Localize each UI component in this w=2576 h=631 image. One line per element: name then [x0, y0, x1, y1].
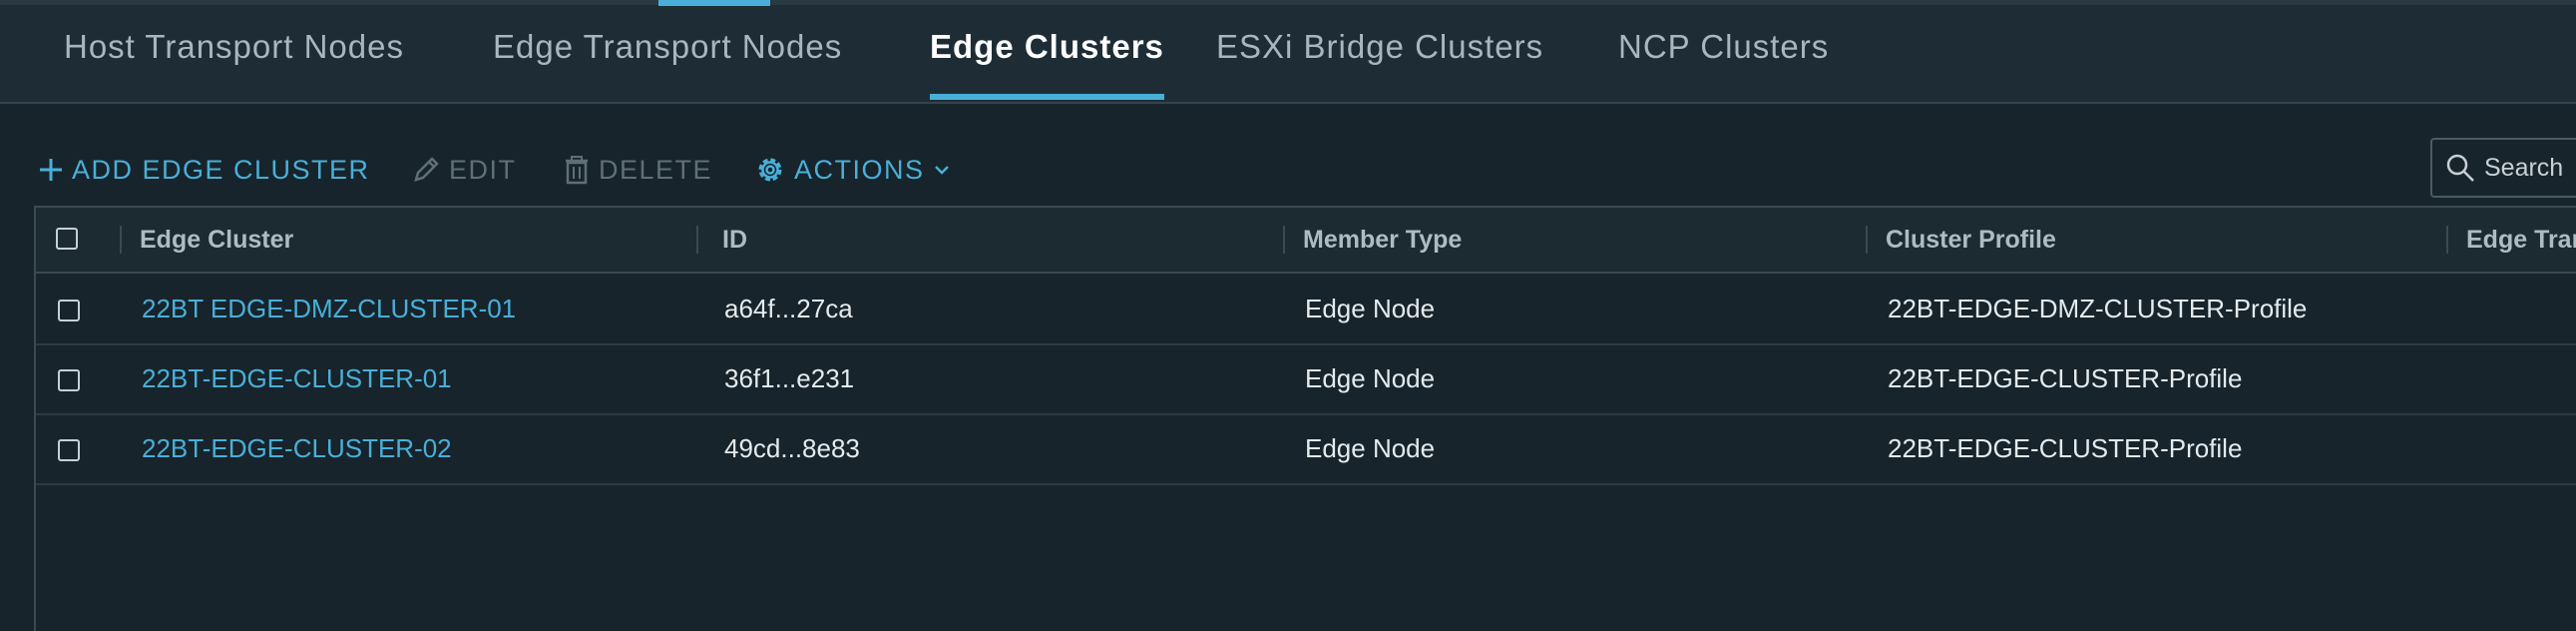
row-checkbox[interactable]	[58, 369, 80, 391]
edit-label: EDIT	[449, 154, 517, 185]
column-header-cluster-profile[interactable]: Cluster Profile	[1886, 208, 2056, 272]
tab-label: NCP Clusters	[1618, 28, 1830, 65]
column-header-edge-cluster[interactable]: Edge Cluster	[140, 208, 293, 272]
actions-label: ACTIONS	[794, 154, 925, 185]
select-all-checkbox[interactable]	[56, 228, 78, 250]
column-separator	[120, 226, 122, 254]
tab-edge-transport-nodes[interactable]: Edge Transport Nodes	[493, 28, 842, 100]
member-type: Edge Node	[1305, 433, 1436, 463]
column-header-edge-transport-nodes[interactable]: Edge Trar	[2466, 208, 2576, 272]
delete-button[interactable]: DELETE	[563, 150, 712, 190]
active-tab-underline	[930, 94, 1164, 100]
add-edge-cluster-label: ADD EDGE CLUSTER	[72, 154, 370, 185]
search-placeholder: Search	[2484, 153, 2564, 182]
tab-label: Host Transport Nodes	[64, 28, 404, 65]
row-checkbox[interactable]	[58, 439, 80, 461]
tab-bar: Host Transport Nodes Edge Transport Node…	[0, 0, 2576, 104]
tab-label: Edge Clusters	[930, 28, 1164, 65]
tab-edge-clusters[interactable]: Edge Clusters	[930, 28, 1164, 100]
pencil-icon	[414, 157, 439, 182]
tab-esxi-bridge-clusters[interactable]: ESXi Bridge Clusters	[1216, 28, 1543, 100]
column-header-member-type[interactable]: Member Type	[1303, 208, 1462, 272]
tab-label: Edge Transport Nodes	[493, 28, 843, 65]
cluster-id: 49cd...8e83	[724, 433, 860, 463]
edge-cluster-grid: Edge Cluster ID Member Type Cluster Prof…	[34, 206, 2576, 631]
search-input[interactable]: Search	[2430, 138, 2576, 198]
delete-label: DELETE	[599, 154, 713, 185]
cluster-id: a64f...27ca	[724, 294, 853, 323]
grid-header: Edge Cluster ID Member Type Cluster Prof…	[36, 208, 2576, 274]
cluster-id: 36f1...e231	[724, 363, 855, 393]
edge-cluster-name-link[interactable]: 22BT EDGE-DMZ-CLUSTER-01	[142, 274, 516, 343]
top-border	[0, 0, 2576, 5]
tab-label: ESXi Bridge Clusters	[1216, 28, 1544, 65]
plus-icon	[40, 159, 62, 181]
add-edge-cluster-button[interactable]: ADD EDGE CLUSTER	[38, 150, 370, 190]
edge-clusters-page: Host Transport Nodes Edge Transport Node…	[0, 0, 2576, 631]
cluster-profile: 22BT-EDGE-DMZ-CLUSTER-Profile	[1888, 294, 2308, 323]
table-row: 22BT-EDGE-CLUSTER-02 49cd...8e83 Edge No…	[36, 413, 2576, 485]
top-accent-bar	[658, 0, 770, 6]
tab-host-transport-nodes[interactable]: Host Transport Nodes	[64, 28, 404, 100]
member-type: Edge Node	[1305, 294, 1436, 323]
cluster-profile: 22BT-EDGE-CLUSTER-Profile	[1888, 433, 2243, 463]
chevron-down-icon	[934, 166, 949, 175]
row-checkbox[interactable]	[58, 300, 80, 321]
gear-icon	[758, 158, 782, 182]
column-separator[interactable]	[1283, 226, 1285, 254]
search-icon	[2446, 154, 2474, 182]
edge-cluster-name-link[interactable]: 22BT-EDGE-CLUSTER-01	[142, 343, 452, 413]
column-header-id[interactable]: ID	[722, 208, 747, 272]
edge-cluster-name-link[interactable]: 22BT-EDGE-CLUSTER-02	[142, 413, 452, 483]
trash-icon	[566, 156, 588, 185]
tab-ncp-clusters[interactable]: NCP Clusters	[1618, 28, 1829, 100]
member-type: Edge Node	[1305, 363, 1436, 393]
actions-dropdown-button[interactable]: ACTIONS	[754, 150, 951, 190]
column-separator[interactable]	[1866, 226, 1868, 254]
edit-button[interactable]: EDIT	[411, 150, 517, 190]
column-separator[interactable]	[696, 226, 698, 254]
column-separator[interactable]	[2446, 226, 2448, 254]
table-row: 22BT EDGE-DMZ-CLUSTER-01 a64f...27ca Edg…	[36, 274, 2576, 345]
cluster-profile: 22BT-EDGE-CLUSTER-Profile	[1888, 363, 2243, 393]
table-row: 22BT-EDGE-CLUSTER-01 36f1...e231 Edge No…	[36, 343, 2576, 415]
